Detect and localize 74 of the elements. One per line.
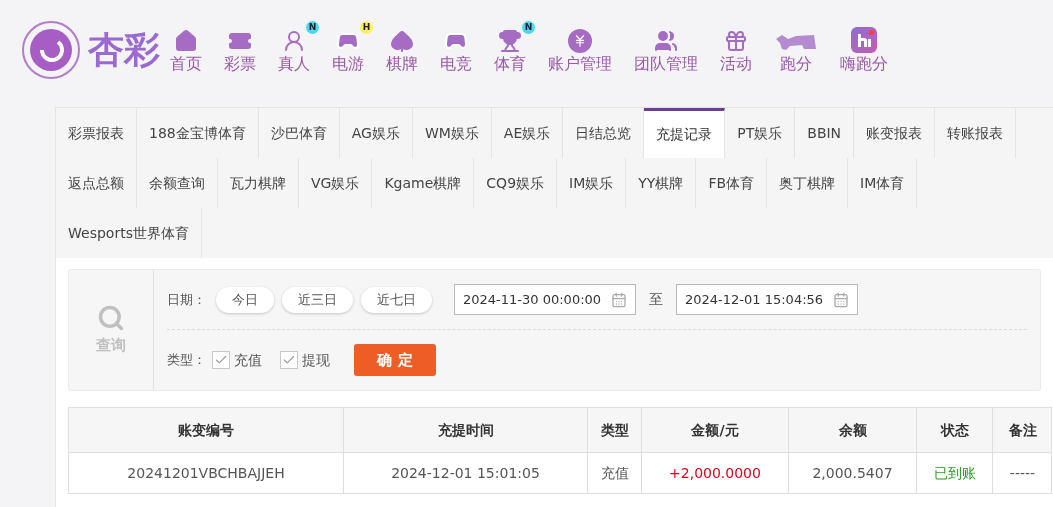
nav-item[interactable]: 跑分 [774, 25, 818, 75]
type-option-label: 充值 [234, 350, 262, 370]
report-tab[interactable]: Wesports世界体育 [56, 208, 202, 258]
table-cell: +2,000.0000 [642, 453, 789, 493]
report-tab[interactable]: YY棋牌 [626, 158, 697, 208]
nav-badge: H [360, 21, 373, 34]
quick-date-button[interactable]: 近三日 [282, 286, 353, 313]
nav-item[interactable]: 棋牌 [386, 25, 418, 75]
report-tab[interactable]: 账变报表 [854, 108, 936, 158]
report-tab[interactable]: VG娱乐 [299, 158, 373, 208]
calendar-icon[interactable] [611, 291, 627, 308]
logo-text: 杏彩 [88, 32, 160, 68]
calendar-icon[interactable] [833, 291, 849, 308]
date-label: 日期： [167, 290, 206, 309]
report-tab[interactable]: Kgame棋牌 [372, 158, 475, 208]
table-cell: 20241201VBCHBAJJEH [69, 453, 344, 493]
nav-item[interactable]: 团队管理 [634, 25, 698, 75]
type-label: 类型： [167, 351, 206, 370]
report-tab[interactable]: IM娱乐 [557, 158, 627, 208]
nav-item[interactable]: 电竞 [440, 25, 472, 75]
report-tab[interactable]: 充提记录 [644, 108, 726, 158]
report-tab[interactable]: CQ9娱乐 [474, 158, 558, 208]
table-cell: 充值 [588, 453, 642, 493]
report-tab[interactable]: 瓦力棋牌 [218, 158, 299, 208]
column-header: 备注 [1007, 420, 1038, 440]
report-tab[interactable]: 返点总额 [56, 158, 137, 208]
report-tab[interactable]: FB体育 [696, 158, 768, 208]
column-header: 类型 [588, 408, 642, 452]
table-cell: 已到账 [917, 453, 993, 493]
report-tab[interactable]: 188金宝博体育 [137, 108, 259, 158]
report-tab[interactable]: BBIN [795, 108, 855, 158]
report-tab[interactable]: IM体育 [848, 158, 918, 208]
report-tab[interactable]: 转账报表 [935, 108, 1017, 158]
type-option-label: 提现 [302, 350, 330, 370]
house-icon [174, 29, 198, 53]
report-tab[interactable]: 彩票报表 [56, 108, 137, 158]
trophy-icon [498, 29, 522, 53]
logo-icon [20, 19, 82, 81]
report-tab[interactable]: 奥丁棋牌 [767, 158, 849, 208]
column-header: 状态 [917, 408, 993, 452]
nav-item[interactable]: 活动 [720, 25, 752, 75]
quick-date-button[interactable]: 今日 [216, 286, 274, 313]
team-icon [654, 29, 678, 53]
report-tab[interactable]: 余额查询 [137, 158, 218, 208]
column-header: 金额/元 [642, 408, 789, 452]
report-tab[interactable]: WM娱乐 [412, 108, 492, 158]
type-checkbox[interactable] [280, 351, 298, 369]
gift-icon [724, 29, 748, 53]
table-cell: 2,000.5407 [789, 453, 917, 493]
date-from-field[interactable]: 2024-11-30 00:00:00 [454, 284, 636, 315]
column-header: 充提时间 [344, 408, 588, 452]
nav-badge: N [522, 21, 535, 34]
search-icon [97, 303, 125, 332]
date-to-field[interactable]: 2024-12-01 15:04:56 [676, 284, 858, 315]
range-separator: 至 [649, 290, 663, 309]
report-tab[interactable]: AE娱乐 [491, 108, 564, 158]
table-cell: 2024-12-01 15:01:05 [344, 453, 588, 493]
report-tab[interactable]: PT娱乐 [725, 108, 796, 158]
table-cell-text: ----- [1008, 463, 1037, 483]
report-tab[interactable]: AG娱乐 [339, 108, 413, 158]
check-icon [214, 353, 228, 367]
nav-item[interactable]: 彩票 [224, 25, 256, 75]
nav-item[interactable]: 嗨跑分 [840, 25, 888, 75]
nav-item[interactable]: 账户管理 [548, 25, 612, 75]
check-icon [282, 353, 296, 367]
column-header: 账变编号 [69, 408, 344, 452]
quick-date-button[interactable]: 近七日 [361, 286, 432, 313]
nav-item[interactable]: 首页 [170, 25, 202, 75]
hi-app-icon [851, 27, 877, 53]
column-header: 余额 [789, 408, 917, 452]
type-checkbox[interactable] [212, 351, 230, 369]
yen-coin-icon [568, 29, 592, 53]
report-tab[interactable]: 沙巴体育 [258, 108, 340, 158]
nav-badge: N [306, 21, 319, 34]
